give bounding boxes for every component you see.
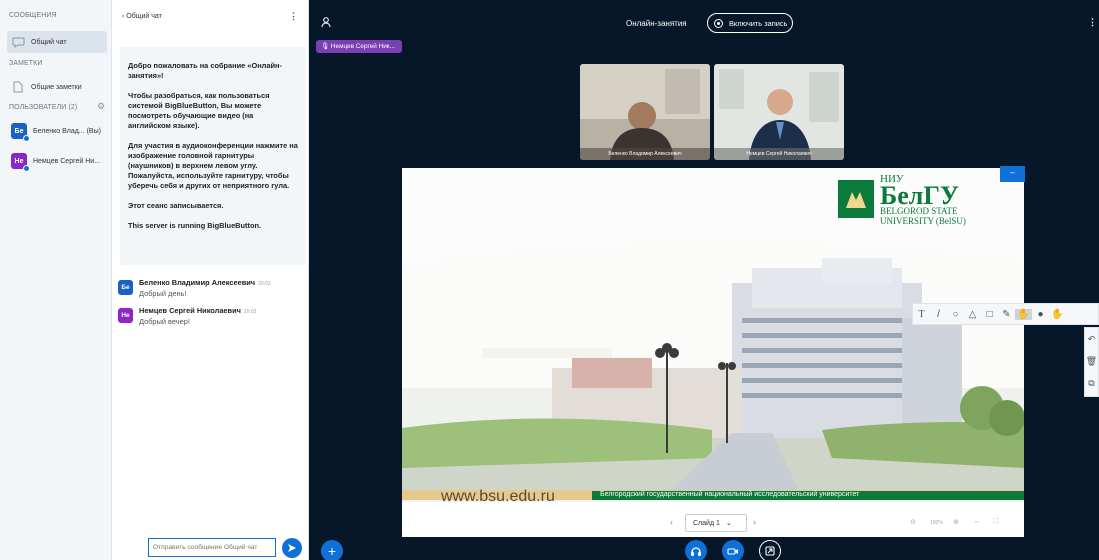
notes-section-title: ЗАМЕТКИ [9, 60, 43, 67]
trash-icon[interactable]: 🗑 [1085, 350, 1098, 372]
user-name: Беленко Влад... (Вы) [33, 127, 101, 135]
headphones-icon [691, 546, 701, 556]
welcome-message: Добро пожаловать на собрание «Онлайн-зан… [120, 47, 306, 265]
shared-notes-label: Общие заметки [31, 83, 82, 91]
message-time: 20:03 [243, 309, 257, 315]
zoom-out-icon[interactable]: ⊖ [910, 518, 916, 526]
ellipse-tool-icon[interactable]: ○ [947, 309, 964, 320]
chat-back-button[interactable]: ‹ Общий чат [122, 13, 162, 20]
start-recording-button[interactable]: Включить запись [707, 13, 793, 33]
university-crest-icon [838, 180, 874, 218]
messages-section-title: СООБЩЕНИЯ [9, 12, 57, 19]
user-name: Немцев Сергей Ни... [33, 157, 101, 165]
talking-indicator: 🎙 Немцев Сергей Ник... [316, 40, 402, 53]
pan-tool-icon[interactable]: ✋ [1049, 309, 1066, 320]
avatar-initials: Бе [14, 127, 24, 135]
color-picker-icon[interactable]: ● [1032, 309, 1049, 320]
chevron-down-icon: ⌄ [725, 520, 732, 527]
avatar: Бе [11, 123, 30, 142]
chat-panel: ‹ Общий чат ⋮ Добро пожаловать на собран… [112, 0, 309, 560]
line-tool-icon[interactable]: / [930, 309, 947, 320]
user-list-toggle-icon[interactable] [321, 17, 331, 31]
shared-notes-link[interactable]: Общие заметки [7, 76, 107, 98]
message-text: Добрый день! [139, 289, 187, 298]
share-screen-button[interactable] [759, 540, 781, 560]
leave-audio-button[interactable] [685, 540, 707, 560]
chat-bubble-icon [11, 35, 25, 49]
logo-subtitle-line2: UNIVERSITY (BelSU) [880, 216, 966, 226]
welcome-tutorial-text: Чтобы разобраться, как пользоваться сист… [128, 91, 270, 130]
zoom-in-icon[interactable]: ⊕ [953, 518, 959, 526]
chat-options-kebab-icon[interactable]: ⋮ [289, 11, 298, 22]
bbb-app: СООБЩЕНИЯ Общий чат ЗАМЕТКИ Общие заметк… [0, 0, 1099, 560]
slide-selector[interactable]: Слайд 1 ⌄ [685, 514, 747, 532]
user-options-gear-icon[interactable]: ⚙ [97, 101, 105, 112]
undo-icon[interactable]: ↶ [1085, 328, 1098, 350]
user-item-self[interactable]: Бе Беленко Влад... (Вы) [7, 120, 107, 142]
send-icon [288, 544, 296, 552]
avatar: Не [118, 308, 133, 323]
camera-icon [727, 547, 738, 555]
record-icon [714, 18, 723, 28]
fit-width-icon[interactable]: ↔ [973, 518, 980, 525]
mic-icon: 🎙 [321, 43, 330, 50]
avatar: Бе [118, 280, 133, 295]
message-text: Добрый вечер! [139, 317, 190, 326]
pencil-tool-icon[interactable]: ✎ [998, 309, 1015, 320]
triangle-tool-icon[interactable]: △ [964, 309, 981, 320]
message-sender: Немцев Сергей Николаевич 20:03 [139, 306, 256, 315]
public-chat-link[interactable]: Общий чат [7, 31, 107, 53]
avatar-initials: Не [14, 157, 24, 165]
presentation-toolbar: ‹ Слайд 1 ⌄ › ⊖ 100% ⊕ ↔ ⛶ [402, 510, 1024, 537]
user-item[interactable]: Не Немцев Сергей Ни... [7, 150, 107, 172]
multi-user-icon[interactable]: ⧉ [1085, 372, 1098, 394]
sender-name: Немцев Сергей Николаевич [139, 306, 241, 315]
record-label: Включить запись [729, 18, 788, 28]
main-area: Онлайн-занятия Включить запись ⋮ 🎙 Немце… [309, 0, 1099, 560]
talker-name: Немцев Сергей Ник... [330, 43, 395, 50]
logo-subtitle-line1: BELGOROD STATE [880, 206, 958, 216]
text-tool-icon[interactable]: T [913, 309, 930, 320]
webcam-feed [580, 64, 710, 160]
recording-notice: Этот сеанс записывается. [128, 201, 224, 210]
minimize-presentation-button[interactable]: – [1000, 166, 1025, 182]
note-icon [11, 80, 25, 94]
slide-banner-text: Белгородский государственный национальны… [600, 491, 860, 498]
server-notice: This server is running BigBlueButton. [128, 221, 262, 230]
presentation-slide[interactable]: НИУ БелГУ BELGOROD STATE UNIVERSITY (Bel… [402, 168, 1024, 518]
users-section-title: ПОЛЬЗОВАТЕЛИ (2) [9, 104, 78, 111]
mic-status-icon [23, 165, 30, 172]
hand-tool-icon[interactable]: ✋ [1015, 308, 1032, 320]
user-list-panel: СООБЩЕНИЯ Общий чат ЗАМЕТКИ Общие заметк… [0, 0, 112, 560]
welcome-greeting: Добро пожаловать на собрание «Онлайн-зан… [128, 61, 282, 80]
webcam-feed [714, 64, 844, 160]
zoom-level: 100% [930, 520, 943, 526]
message-sender: Беленко Владимир Алексеевич 20:03 [139, 278, 271, 287]
chat-message-input[interactable] [148, 538, 276, 557]
mic-status-icon [23, 135, 30, 142]
whiteboard-side-toolbar: ↶ 🗑 ⧉ [1084, 327, 1099, 397]
video-tile[interactable]: Немцев Сергей Николаевич [714, 64, 844, 160]
message-time: 20:03 [258, 281, 271, 287]
video-tile[interactable]: Беленко Владимир Алексеевич [580, 64, 710, 160]
slide-website: www.bsu.edu.ru [441, 488, 555, 505]
previous-slide-chevron-icon[interactable]: ‹ [670, 517, 673, 527]
public-chat-label: Общий чат [31, 38, 67, 46]
slide-selector-value: Слайд 1 [693, 519, 720, 527]
session-title: Онлайн-занятия [626, 19, 687, 28]
video-user-name: Беленко Владимир Алексеевич [608, 151, 682, 157]
avatar: Не [11, 153, 30, 172]
share-webcam-button[interactable] [722, 540, 744, 560]
send-message-button[interactable] [282, 538, 302, 558]
actions-plus-button[interactable]: + [321, 540, 343, 560]
options-kebab-icon[interactable]: ⋮ [1088, 17, 1097, 28]
sender-name: Беленко Владимир Алексеевич [139, 278, 256, 287]
whiteboard-toolbar: T / ○ △ □ ✎ ✋ ● ✋ [912, 303, 1099, 325]
next-slide-chevron-icon[interactable]: › [753, 517, 756, 527]
rectangle-tool-icon[interactable]: □ [981, 309, 998, 320]
welcome-audio-text: Для участия в аудиоконференции нажмите н… [128, 141, 298, 190]
screen-share-icon [765, 546, 775, 556]
video-user-name: Немцев Сергей Николаевич [746, 151, 812, 157]
fullscreen-icon[interactable]: ⛶ [993, 518, 998, 526]
